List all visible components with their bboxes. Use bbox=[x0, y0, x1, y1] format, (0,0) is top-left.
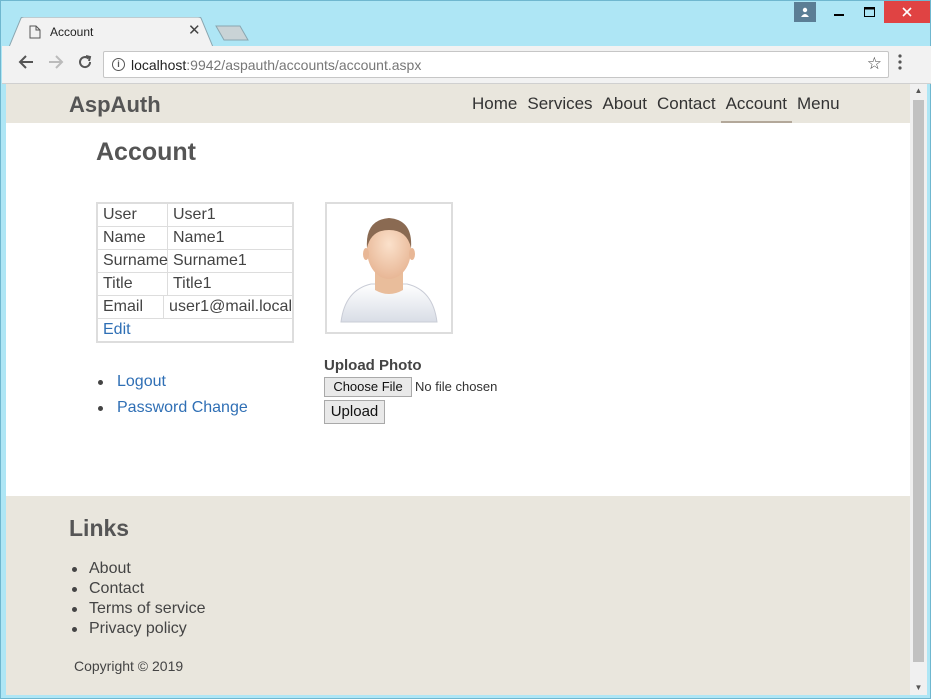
upload-photo-label: Upload Photo bbox=[324, 357, 422, 374]
footer-link-about[interactable]: About bbox=[72, 559, 205, 579]
password-change-link[interactable]: Password Change bbox=[98, 395, 248, 421]
url-host: localhost bbox=[131, 57, 187, 73]
row-value: Name1 bbox=[173, 229, 225, 246]
site-brand[interactable]: AspAuth bbox=[69, 92, 161, 118]
maximize-button[interactable] bbox=[854, 1, 884, 23]
table-row: Email user1@mail.local bbox=[98, 296, 292, 319]
scroll-down-icon[interactable]: ▼ bbox=[910, 681, 927, 695]
row-key: Email bbox=[98, 296, 165, 318]
browser-menu-icon[interactable] bbox=[898, 54, 902, 76]
browser-toolbar: i localhost:9942/aspauth/accounts/accoun… bbox=[2, 46, 931, 84]
nav-item-contact[interactable]: Contact bbox=[652, 84, 721, 123]
address-bar[interactable]: i localhost:9942/aspauth/accounts/accoun… bbox=[103, 51, 889, 78]
nav-item-about[interactable]: About bbox=[598, 84, 652, 123]
scroll-thumb[interactable] bbox=[913, 100, 924, 662]
footer-link-contact[interactable]: Contact bbox=[72, 579, 205, 599]
main-nav: Home Services About Contact Account Menu bbox=[467, 84, 845, 123]
row-value: User1 bbox=[173, 206, 216, 223]
nav-item-account[interactable]: Account bbox=[720, 84, 793, 123]
page-title: Account bbox=[96, 138, 196, 166]
site-header: AspAuth Home Services About Contact Acco… bbox=[6, 84, 910, 123]
tab-strip: Account ✕ bbox=[1, 1, 930, 47]
vertical-scrollbar[interactable]: ▲ ▼ bbox=[910, 84, 927, 695]
tab-close-icon[interactable]: ✕ bbox=[188, 23, 201, 39]
footer-links-list: About Contact Terms of service Privacy p… bbox=[72, 559, 205, 639]
account-actions-list: Logout Password Change bbox=[98, 369, 248, 421]
page-icon bbox=[29, 25, 41, 39]
minimize-button[interactable] bbox=[824, 1, 854, 23]
footer-title: Links bbox=[69, 515, 130, 541]
row-key: Surname bbox=[98, 250, 168, 272]
profile-icon[interactable] bbox=[794, 2, 816, 22]
copyright-text: Copyright © 2019 bbox=[74, 658, 184, 674]
url-text: localhost:9942/aspauth/accounts/account.… bbox=[131, 57, 421, 73]
site-footer: Links About Contact Terms of service Pri… bbox=[6, 496, 910, 695]
row-key: User bbox=[98, 204, 168, 226]
choose-file-button[interactable]: Choose File bbox=[324, 377, 412, 397]
nav-item-menu[interactable]: Menu bbox=[792, 84, 845, 123]
row-key: Title bbox=[98, 273, 168, 295]
table-row: Name Name1 bbox=[98, 227, 292, 250]
logout-link[interactable]: Logout bbox=[98, 369, 248, 395]
scroll-up-icon[interactable]: ▲ bbox=[910, 84, 927, 98]
reload-icon[interactable] bbox=[75, 54, 95, 74]
tab-title: Account bbox=[50, 25, 94, 39]
close-window-button[interactable] bbox=[884, 1, 930, 23]
browser-window: Account ✕ i localhost:9942/aspauth/accou… bbox=[0, 0, 931, 699]
back-arrow-icon[interactable] bbox=[16, 54, 36, 74]
nav-item-home[interactable]: Home bbox=[467, 84, 522, 123]
forward-arrow-icon[interactable] bbox=[46, 54, 66, 74]
table-row: Surname Surname1 bbox=[98, 250, 292, 273]
upload-button[interactable]: Upload bbox=[324, 400, 385, 424]
table-row: Title Title1 bbox=[98, 273, 292, 296]
new-tab-button[interactable] bbox=[215, 25, 249, 41]
url-path: :9942/aspauth/accounts/account.aspx bbox=[186, 57, 422, 73]
user-avatar-icon bbox=[340, 218, 438, 323]
nav-item-services[interactable]: Services bbox=[522, 84, 597, 123]
table-row: User User1 bbox=[98, 204, 292, 227]
window-controls bbox=[794, 1, 930, 23]
account-info-table: User User1 Name Name1 Surname Surname1 T… bbox=[96, 202, 294, 343]
edit-link[interactable]: Edit bbox=[98, 319, 292, 341]
row-value: Surname1 bbox=[173, 252, 247, 269]
row-key: Name bbox=[98, 227, 168, 249]
row-value: user1@mail.local bbox=[169, 298, 292, 315]
avatar bbox=[325, 202, 453, 334]
page-viewport: AspAuth Home Services About Contact Acco… bbox=[6, 84, 910, 695]
bookmark-star-icon[interactable]: ☆ bbox=[867, 54, 882, 74]
row-value: Title1 bbox=[173, 275, 212, 292]
file-status-text: No file chosen bbox=[415, 379, 498, 394]
footer-link-privacy[interactable]: Privacy policy bbox=[72, 619, 205, 639]
footer-link-terms[interactable]: Terms of service bbox=[72, 599, 205, 619]
info-icon[interactable]: i bbox=[112, 58, 125, 71]
